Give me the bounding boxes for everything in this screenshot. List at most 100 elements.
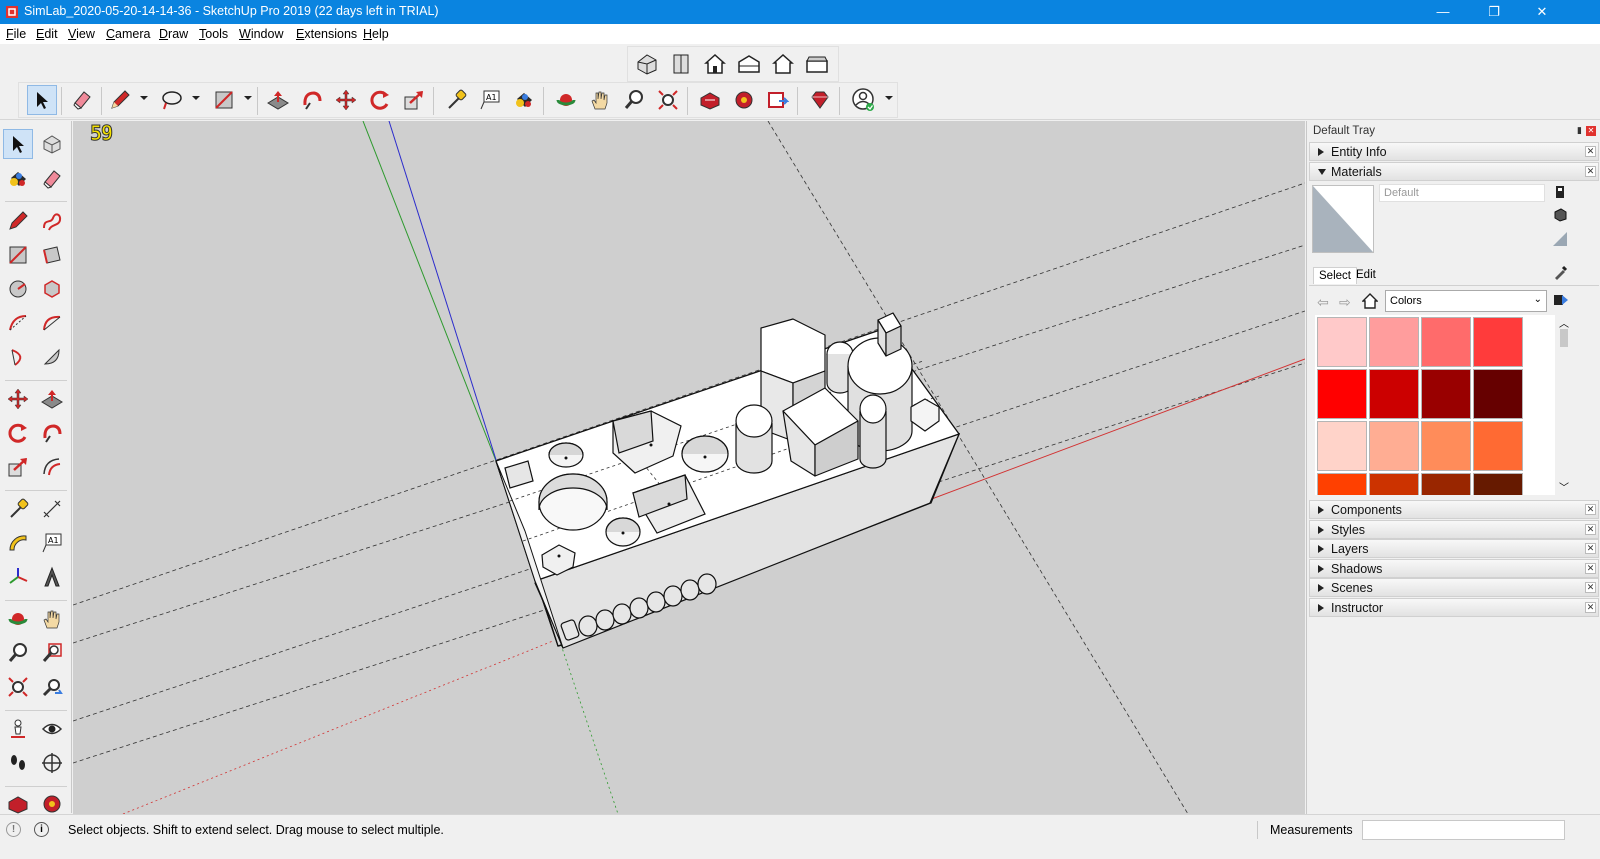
paint-bucket-tool[interactable] — [3, 164, 33, 194]
panel-close-icon[interactable]: ✕ — [1585, 563, 1596, 574]
section-plane-tool[interactable] — [37, 748, 67, 778]
menu-edit[interactable]: Edit — [36, 27, 58, 41]
text-tool-button[interactable]: A1 — [475, 85, 505, 115]
measurements-field[interactable] — [1362, 820, 1565, 840]
zoom-button[interactable] — [619, 85, 649, 115]
material-swatch[interactable] — [1369, 473, 1419, 495]
menu-file[interactable]: File — [6, 27, 26, 41]
scroll-up-icon[interactable]: ︿ — [1559, 315, 1569, 330]
warehouse-button[interactable] — [695, 85, 725, 115]
material-swatch[interactable] — [1369, 369, 1419, 419]
zoom-window-tool[interactable] — [37, 638, 67, 668]
panel-layers[interactable]: Layers ✕ — [1309, 539, 1599, 558]
panel-materials[interactable]: Materials ✕ — [1309, 162, 1599, 181]
menu-help[interactable]: Help — [363, 27, 389, 41]
material-swatch[interactable] — [1317, 317, 1367, 367]
layout-send-button[interactable] — [763, 85, 793, 115]
display-secondary-icon[interactable] — [1553, 185, 1567, 199]
account-dropdown-icon[interactable] — [885, 96, 893, 100]
3d-text-tool[interactable] — [37, 562, 67, 592]
push-pull-button[interactable] — [263, 85, 293, 115]
position-camera-tool[interactable] — [3, 714, 33, 744]
left-view-button[interactable] — [802, 49, 832, 79]
material-swatch[interactable] — [1421, 421, 1471, 471]
material-swatch[interactable] — [1421, 317, 1471, 367]
material-swatch[interactable] — [1369, 421, 1419, 471]
eraser-tool[interactable] — [37, 164, 67, 194]
three-point-arc-tool[interactable] — [3, 342, 33, 372]
model-viewport[interactable]: 59 — [73, 121, 1305, 814]
panel-instructor[interactable]: Instructor ✕ — [1309, 598, 1599, 617]
home-icon[interactable] — [1362, 293, 1378, 309]
menu-draw[interactable]: Draw — [159, 27, 188, 41]
menu-extensions[interactable]: Extensions — [296, 27, 357, 41]
default-material-icon[interactable] — [1553, 232, 1567, 246]
freehand-tool-button[interactable] — [157, 85, 187, 115]
tray-close-icon[interactable]: ✕ — [1586, 126, 1596, 136]
panel-close-icon[interactable]: ✕ — [1585, 524, 1596, 535]
top-view-button[interactable] — [666, 49, 696, 79]
menu-tools[interactable]: Tools — [199, 27, 228, 41]
material-swatch[interactable] — [1473, 473, 1523, 495]
panel-components[interactable]: Components ✕ — [1309, 500, 1599, 519]
eyedropper-icon[interactable] — [1553, 264, 1569, 280]
rectangle-tool-button[interactable] — [209, 85, 239, 115]
scale-tool-button[interactable] — [399, 85, 429, 115]
text-tool[interactable]: A1 — [37, 528, 67, 558]
offset-tool[interactable] — [37, 452, 67, 482]
menu-camera[interactable]: Camera — [106, 27, 150, 41]
scale-tool[interactable] — [3, 452, 33, 482]
scroll-down-icon[interactable]: ﹀ — [1559, 479, 1569, 494]
circle-tool[interactable] — [3, 274, 33, 304]
line-tool-button[interactable] — [105, 85, 135, 115]
menu-view[interactable]: View — [68, 27, 95, 41]
material-swatch[interactable] — [1421, 369, 1471, 419]
panel-shadows[interactable]: Shadows ✕ — [1309, 559, 1599, 578]
material-swatch[interactable] — [1317, 369, 1367, 419]
eraser-button[interactable] — [67, 85, 97, 115]
material-swatch[interactable] — [1369, 317, 1419, 367]
move-tool[interactable] — [3, 384, 33, 414]
material-swatch[interactable] — [1421, 473, 1471, 495]
material-swatch[interactable] — [1473, 369, 1523, 419]
select-tool-button[interactable] — [27, 85, 57, 115]
select-tool[interactable] — [3, 129, 33, 159]
iso-view-button[interactable] — [632, 49, 662, 79]
rotate-tool-button[interactable] — [365, 85, 395, 115]
polygon-tool[interactable] — [37, 274, 67, 304]
two-point-arc-tool[interactable] — [37, 308, 67, 338]
pan-button[interactable] — [585, 85, 615, 115]
follow-me-tool[interactable] — [37, 418, 67, 448]
move-tool-button[interactable] — [331, 85, 361, 115]
material-swatch[interactable] — [1317, 473, 1367, 495]
push-pull-tool[interactable] — [37, 384, 67, 414]
line-dropdown-icon[interactable] — [140, 96, 148, 100]
panel-close-icon[interactable]: ✕ — [1585, 146, 1596, 157]
axes-tool[interactable] — [3, 562, 33, 592]
front-view-button[interactable] — [700, 49, 730, 79]
line-tool[interactable] — [3, 206, 33, 236]
dimension-tool[interactable] — [37, 494, 67, 524]
tab-edit[interactable]: Edit — [1351, 267, 1381, 283]
zoom-extents-button[interactable] — [653, 85, 683, 115]
maximize-button[interactable]: ❐ — [1471, 0, 1517, 24]
account-button[interactable] — [849, 85, 879, 115]
ruby-console-button[interactable] — [805, 85, 835, 115]
panel-close-icon[interactable]: ✕ — [1585, 582, 1596, 593]
shape-dropdown-icon[interactable] — [192, 96, 200, 100]
pie-tool[interactable] — [37, 342, 67, 372]
panel-entity-info[interactable]: Entity Info ✕ — [1309, 142, 1599, 161]
tape-measure-button[interactable] — [441, 85, 471, 115]
back-view-button[interactable] — [768, 49, 798, 79]
make-component-tool[interactable] — [37, 129, 67, 159]
protractor-tool[interactable] — [3, 528, 33, 558]
close-button[interactable]: ✕ — [1519, 0, 1565, 24]
follow-me-button[interactable] — [297, 85, 327, 115]
walk-tool[interactable] — [3, 748, 33, 778]
material-swatch[interactable] — [1473, 421, 1523, 471]
pin-icon[interactable]: ▮ — [1577, 125, 1582, 136]
back-arrow-icon[interactable]: ⇦ — [1317, 294, 1333, 310]
panel-styles[interactable]: Styles ✕ — [1309, 520, 1599, 539]
tape-measure-tool[interactable] — [3, 494, 33, 524]
minimize-button[interactable]: — — [1420, 0, 1466, 24]
